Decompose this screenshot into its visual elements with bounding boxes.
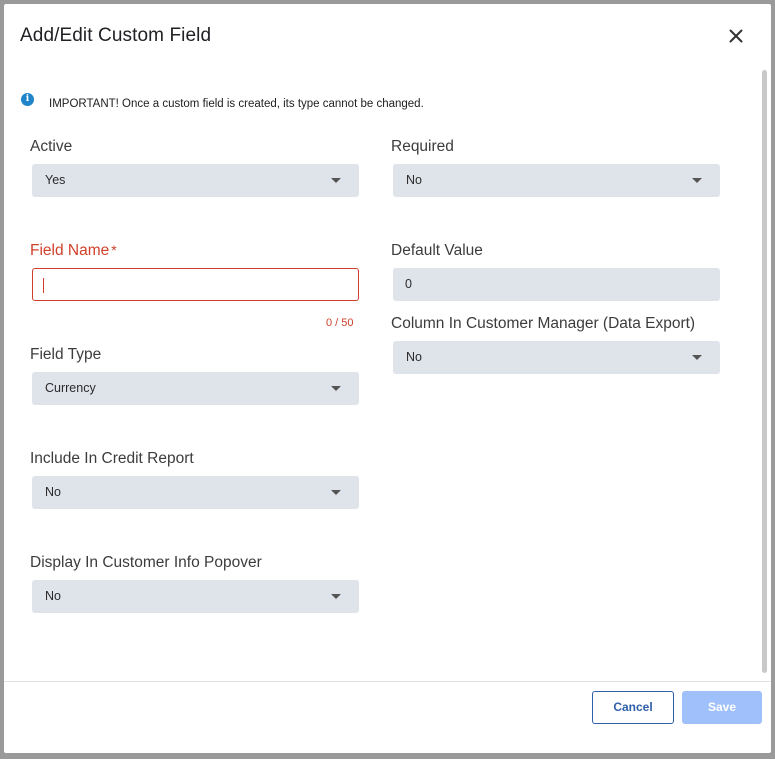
required-asterisk: * [111, 242, 117, 258]
required-label: Required [391, 138, 454, 155]
chevron-down-icon [692, 178, 702, 183]
column-in-customer-manager-label: Column In Customer Manager (Data Export) [391, 315, 696, 332]
field-name-counter: 0 / 50 [326, 317, 354, 329]
footer-divider [4, 681, 771, 682]
column-in-customer-manager-value: No [406, 350, 422, 364]
default-value-input[interactable]: 0 [393, 268, 720, 301]
display-in-customer-info-popover-value: No [45, 589, 61, 603]
active-value: Yes [45, 173, 66, 187]
field-type-select[interactable]: Currency [32, 372, 359, 405]
save-button[interactable]: Save [682, 691, 762, 724]
default-value-label: Default Value [391, 242, 483, 259]
notice-text: IMPORTANT! Once a custom field is create… [49, 98, 424, 110]
field-name-input[interactable] [32, 268, 359, 301]
info-icon: i [21, 92, 34, 106]
cancel-button[interactable]: Cancel [592, 691, 674, 724]
column-in-customer-manager-select[interactable]: No [393, 341, 720, 374]
include-in-credit-report-value: No [45, 485, 61, 499]
field-name-label-text: Field Name [30, 242, 110, 259]
text-cursor [43, 278, 44, 293]
chevron-down-icon [331, 386, 341, 391]
close-icon [729, 29, 743, 43]
dialog-scrollbar[interactable] [762, 70, 767, 673]
default-value-value: 0 [405, 277, 412, 291]
required-value: No [406, 173, 422, 187]
required-select[interactable]: No [393, 164, 720, 197]
chevron-down-icon [331, 594, 341, 599]
important-notice: i IMPORTANT! Once a custom field is crea… [21, 92, 424, 110]
display-in-customer-info-popover-select[interactable]: No [32, 580, 359, 613]
active-select[interactable]: Yes [32, 164, 359, 197]
field-name-label: Field Name * [30, 242, 117, 260]
active-label: Active [30, 138, 73, 155]
field-type-value: Currency [45, 381, 96, 395]
include-in-credit-report-label: Include In Credit Report [30, 450, 194, 467]
custom-field-dialog: Add/Edit Custom Field i IMPORTANT! Once … [4, 4, 771, 753]
close-button[interactable] [722, 22, 750, 50]
chevron-down-icon [692, 355, 702, 360]
dialog-title: Add/Edit Custom Field [20, 25, 212, 46]
chevron-down-icon [331, 178, 341, 183]
chevron-down-icon [331, 490, 341, 495]
dialog-header: Add/Edit Custom Field [4, 4, 771, 68]
include-in-credit-report-select[interactable]: No [32, 476, 359, 509]
field-type-label: Field Type [30, 346, 102, 363]
display-in-customer-info-popover-label: Display In Customer Info Popover [30, 554, 262, 571]
